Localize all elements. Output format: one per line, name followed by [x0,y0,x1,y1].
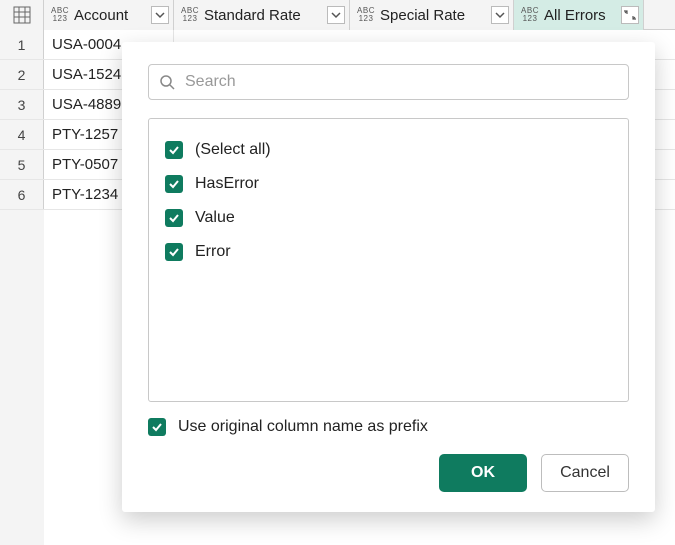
row-number[interactable]: 5 [0,150,44,179]
column-header-standard-rate[interactable]: ABC123Standard Rate [174,0,350,30]
row-number[interactable]: 2 [0,60,44,89]
option-label: HasError [195,175,259,193]
row-number[interactable]: 3 [0,90,44,119]
table-icon [13,6,31,24]
search-input[interactable] [183,72,618,92]
option-label: (Select all) [195,141,271,159]
search-box[interactable] [148,64,629,100]
row-number[interactable]: 1 [0,30,44,59]
checkbox-icon[interactable] [165,243,183,261]
grid-corner[interactable] [0,0,44,30]
option-row[interactable]: HasError [165,167,612,201]
prefix-option-label: Use original column name as prefix [178,418,428,436]
datatype-icon[interactable]: ABC123 [180,7,200,23]
checkbox-icon[interactable] [165,141,183,159]
column-header-special-rate[interactable]: ABC123Special Rate [350,0,514,30]
expand-icon[interactable] [621,6,639,24]
checkbox-icon[interactable] [148,418,166,436]
chevron-down-icon[interactable] [151,6,169,24]
ok-button[interactable]: OK [439,454,527,492]
checkbox-icon[interactable] [165,175,183,193]
checkbox-icon[interactable] [165,209,183,227]
option-row[interactable]: Error [165,235,612,269]
option-row[interactable]: Value [165,201,612,235]
option-row[interactable]: (Select all) [165,133,612,167]
column-header-all-errors[interactable]: ABC123All Errors [514,0,644,30]
column-name: Standard Rate [204,7,301,24]
column-name: Special Rate [380,7,465,24]
column-name: Account [74,7,128,24]
dialog-buttons: OK Cancel [148,454,629,492]
options-list: (Select all) HasError Value Error [148,118,629,402]
datatype-icon[interactable]: ABC123 [520,7,540,23]
expand-column-popup: (Select all) HasError Value Error Use origi… [122,42,655,512]
chevron-down-icon[interactable] [327,6,345,24]
prefix-option-row[interactable]: Use original column name as prefix [148,418,629,436]
datatype-icon[interactable]: ABC123 [50,7,70,23]
search-icon [159,74,175,90]
datatype-icon[interactable]: ABC123 [356,7,376,23]
column-header-account[interactable]: ABC123Account [44,0,174,30]
row-number[interactable]: 6 [0,180,44,209]
option-label: Value [195,209,235,227]
data-grid: ABC123AccountABC123Standard RateABC123Sp… [0,0,675,545]
chevron-down-icon[interactable] [491,6,509,24]
column-name: All Errors [544,7,606,24]
option-label: Error [195,243,231,261]
column-header-row: ABC123AccountABC123Standard RateABC123Sp… [0,0,675,30]
row-number[interactable]: 4 [0,120,44,149]
cancel-button[interactable]: Cancel [541,454,629,492]
